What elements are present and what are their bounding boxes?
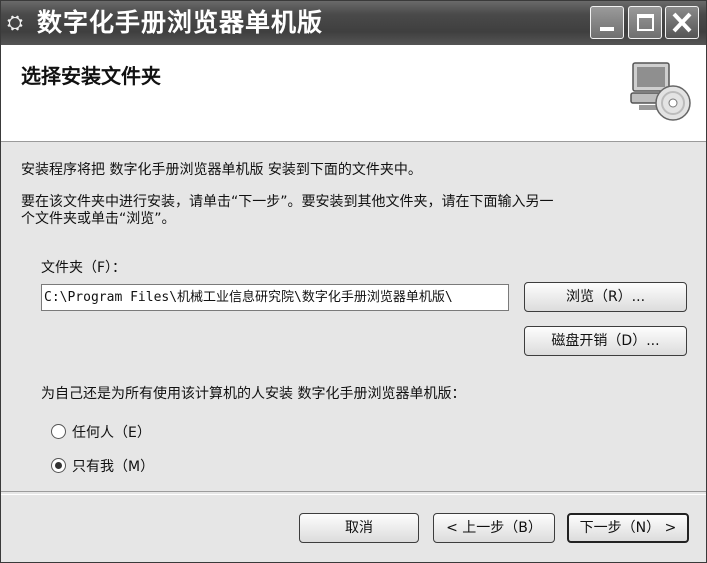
radio-just-me-label[interactable]: 只有我（M） [72, 456, 154, 476]
page-title: 选择安装文件夹 [21, 64, 161, 88]
minimize-button[interactable] [590, 6, 624, 39]
back-button[interactable]: < 上一步（B） [433, 513, 555, 543]
window-title: 数字化手册浏览器单机版 [37, 8, 324, 37]
radio-selected-dot [55, 462, 62, 469]
title-bar[interactable]: ⛭ 数字化手册浏览器单机版 [1, 1, 706, 45]
installer-window: ⛭ 数字化手册浏览器单机版 选择安装文件夹 安装程序将把 数字化手册浏览器单机版 [0, 0, 707, 563]
intro-line-1: 安装程序将把 数字化手册浏览器单机版 安装到下面的文件夹中。 [21, 162, 422, 178]
cancel-button[interactable]: 取消 [299, 513, 419, 543]
wizard-header: 选择安装文件夹 [1, 45, 706, 142]
maximize-icon [637, 14, 654, 31]
disk-cost-button[interactable]: 磁盘开销（D）... [524, 326, 687, 356]
radio-everyone-label[interactable]: 任何人（E） [72, 422, 151, 442]
minimize-icon [600, 27, 614, 31]
folder-path-input[interactable]: C:\Program Files\机械工业信息研究院\数字化手册浏览器单机版\ [41, 284, 509, 311]
folder-label: 文件夹（F）： [41, 260, 127, 276]
close-button[interactable] [665, 6, 699, 39]
setup-icon: ⛭ [7, 10, 23, 34]
radio-everyone[interactable] [51, 424, 66, 439]
intro-line-2b: 个文件夹或单击“浏览”。 [21, 211, 176, 227]
browse-button[interactable]: 浏览（R）... [524, 282, 687, 312]
install-for-question: 为自己还是为所有使用该计算机的人安装 数字化手册浏览器单机版： [41, 386, 466, 402]
close-icon [672, 12, 692, 33]
maximize-button[interactable] [628, 6, 662, 39]
computer-cd-icon [630, 62, 691, 121]
next-button[interactable]: 下一步（N） > [567, 513, 689, 543]
footer-divider [1, 491, 706, 495]
radio-just-me[interactable] [51, 458, 66, 473]
